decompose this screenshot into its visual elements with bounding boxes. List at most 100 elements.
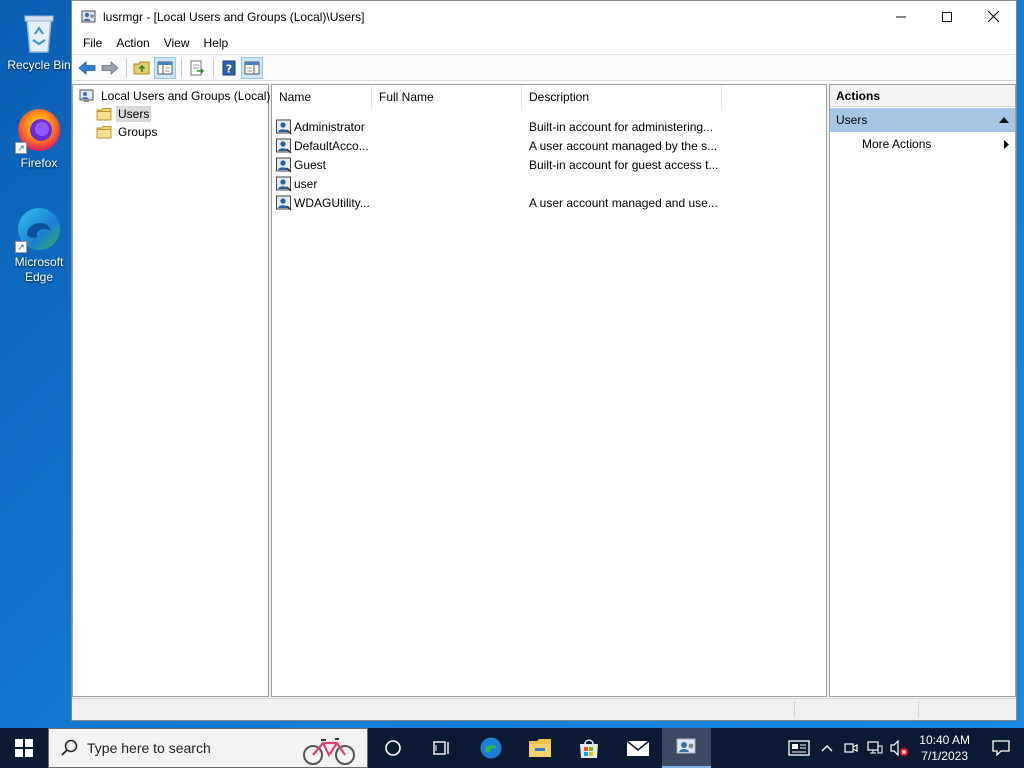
taskbar-file-explorer[interactable] [515,728,564,768]
help-button[interactable]: ? [218,57,240,79]
firefox-icon: ↗ [15,106,63,154]
desktop-icon-firefox[interactable]: ↗ Firefox [4,106,74,171]
desktop-icon-label: Recycle Bin [7,58,71,72]
user-description: Built-in account for guest access t... [529,157,719,172]
user-row[interactable]: DefaultAcco... A user account managed by … [272,136,826,155]
user-name-cell: DefaultAcco... [272,138,372,154]
file-explorer-icon [528,739,551,757]
task-view-button[interactable] [368,728,417,768]
taskbar-lusrmgr[interactable] [662,728,711,768]
desktop-icon-recycle-bin[interactable]: Recycle Bin [4,8,74,73]
menu-help[interactable]: Help [197,32,236,54]
store-bag-icon [579,739,598,758]
tree-item-groups[interactable]: Groups [73,123,268,141]
search-placeholder: Type here to search [87,740,211,756]
show-hide-console-tree-button[interactable] [154,56,176,79]
folder-icon [96,125,112,139]
user-name: Administrator [294,119,365,134]
minimize-button[interactable] [878,1,924,32]
maximize-button[interactable] [924,1,970,32]
more-actions-label: More Actions [862,137,932,151]
help-icon: ? [222,60,236,75]
user-description: Built-in account for administering... [529,119,714,134]
edge-icon [480,737,501,759]
user-account-icon [276,119,292,135]
tree-item-root[interactable]: Local Users and Groups (Local) [73,87,270,105]
task-view-icon-button[interactable] [417,728,466,768]
menu-file[interactable]: File [76,32,109,54]
menu-view[interactable]: View [157,32,197,54]
volume-button[interactable] [887,740,911,756]
user-account-icon [276,157,292,173]
desktop-icon-label: Firefox [20,156,58,170]
news-widget-button[interactable] [783,740,815,756]
export-list-button[interactable] [186,57,208,79]
user-row[interactable]: user [272,174,826,193]
notification-center-button[interactable] [978,740,1024,756]
network-button[interactable] [863,741,887,755]
status-bar [72,698,1016,720]
taskbar-search-box[interactable]: Type here to search [48,728,368,768]
users-list: Name Full Name Description Administrator… [271,84,827,697]
column-header-description[interactable]: Description [522,84,722,109]
clock[interactable]: 10:40 AM 7/1/2023 [911,732,978,764]
shortcut-arrow-icon: ↗ [15,142,27,154]
taskbar-microsoft-store[interactable] [564,728,613,768]
taskbar: Type here to search 10:40 AM 7/1/2023 [0,728,1024,768]
tree-item-label: Groups [118,125,158,139]
lusrmgr-window: lusrmgr - [Local Users and Groups (Local… [71,0,1017,721]
close-button[interactable] [970,1,1016,32]
forward-arrow-icon [101,60,119,75]
bicycle-search-highlight-icon [303,738,355,765]
forward-button[interactable] [99,57,121,79]
user-name: Guest [294,157,327,172]
user-row[interactable]: Guest Built-in account for guest access t… [272,155,826,174]
search-icon [61,739,78,756]
taskbar-mail[interactable] [613,728,662,768]
news-icon [788,740,810,756]
tree-item-label: Local Users and Groups (Local) [101,89,271,103]
tree-item-users[interactable]: Users [73,105,268,123]
show-hide-action-pane-button[interactable] [241,56,263,79]
camera-icon [844,743,858,753]
recycle-bin-icon [15,8,63,56]
system-tray: 10:40 AM 7/1/2023 [783,728,1024,768]
task-view-icon [432,741,449,755]
computer-users-icon [79,89,95,103]
more-actions-item[interactable]: More Actions [830,132,1015,156]
taskbar-edge[interactable] [466,728,515,768]
start-button[interactable] [0,728,48,768]
user-name: user [294,176,318,191]
window-title: lusrmgr - [Local Users and Groups (Local… [103,9,365,24]
tree-item-label: Users [116,106,152,122]
menu-action[interactable]: Action [109,32,156,54]
clock-date: 7/1/2023 [921,749,968,763]
user-account-icon [276,176,292,192]
user-description: A user account managed by the s... [529,138,718,153]
column-header-full-name[interactable]: Full Name [372,84,522,109]
export-list-icon [190,60,204,75]
submenu-arrow-icon [1004,139,1009,149]
user-name-cell: WDAGUtility... [272,195,372,211]
user-row[interactable]: Administrator Built-in account for admini… [272,117,826,136]
toolbar-separator [181,58,182,77]
network-icon [867,741,883,754]
actions-section-users[interactable]: Users [830,108,1015,132]
user-description: A user account managed and use... [529,195,718,210]
meet-now-button[interactable] [839,741,863,755]
user-name-cell: Administrator [272,119,372,135]
console-tree-icon [157,61,173,74]
back-button[interactable] [76,57,98,79]
user-account-icon [276,195,292,211]
console-tree: Local Users and Groups (Local) Users Gro… [72,84,270,697]
title-bar[interactable]: lusrmgr - [Local Users and Groups (Local… [72,1,1016,32]
minimize-icon [896,16,906,17]
chevron-up-icon [821,745,833,752]
up-one-level-button[interactable] [131,57,153,79]
shortcut-arrow-icon: ↗ [15,241,27,253]
user-name-cell: user [272,176,372,192]
show-hidden-icons-button[interactable] [815,744,839,752]
user-row[interactable]: WDAGUtility... A user account managed and… [272,193,826,212]
column-header-name[interactable]: Name [272,84,372,109]
desktop-icon-edge[interactable]: ↗ Microsoft Edge [4,205,74,285]
